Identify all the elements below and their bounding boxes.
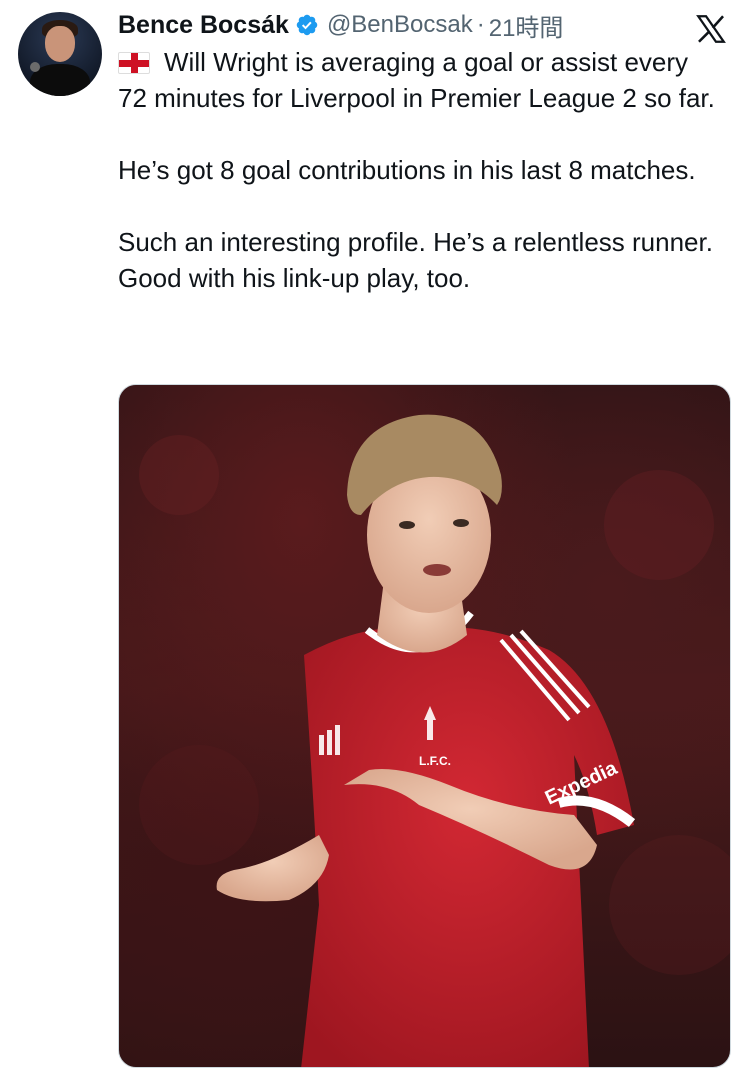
- x-logo-icon[interactable]: [694, 12, 728, 46]
- player-photo: L.F.C. Expedia: [139, 414, 730, 1067]
- separator-dot: ·: [476, 11, 485, 38]
- tweet-timestamp[interactable]: 21時間: [489, 8, 564, 43]
- kit-crest-text: L.F.C.: [419, 754, 451, 768]
- tweet-header: Bence Bocsák @BenBocsak · 21時間: [118, 8, 563, 42]
- tweet-paragraph-1: Will Wright is averaging a goal or assis…: [118, 44, 718, 116]
- england-flag-icon: [118, 52, 150, 74]
- tweet-paragraph-3: Such an interesting profile. He’s a rele…: [118, 227, 713, 293]
- tweet-paragraph-2: He’s got 8 goal contributions in his las…: [118, 155, 696, 185]
- author-avatar[interactable]: [18, 12, 102, 96]
- tweet-image[interactable]: L.F.C. Expedia: [118, 384, 731, 1068]
- author-name[interactable]: Bence Bocsák: [118, 11, 289, 40]
- author-handle[interactable]: @BenBocsak: [327, 11, 473, 39]
- tweet-text: Will Wright is averaging a goal or assis…: [118, 44, 718, 296]
- paragraph-1-text: Will Wright is averaging a goal or assis…: [118, 47, 715, 113]
- verified-badge-icon: [296, 14, 318, 36]
- microphone-icon: [30, 62, 40, 72]
